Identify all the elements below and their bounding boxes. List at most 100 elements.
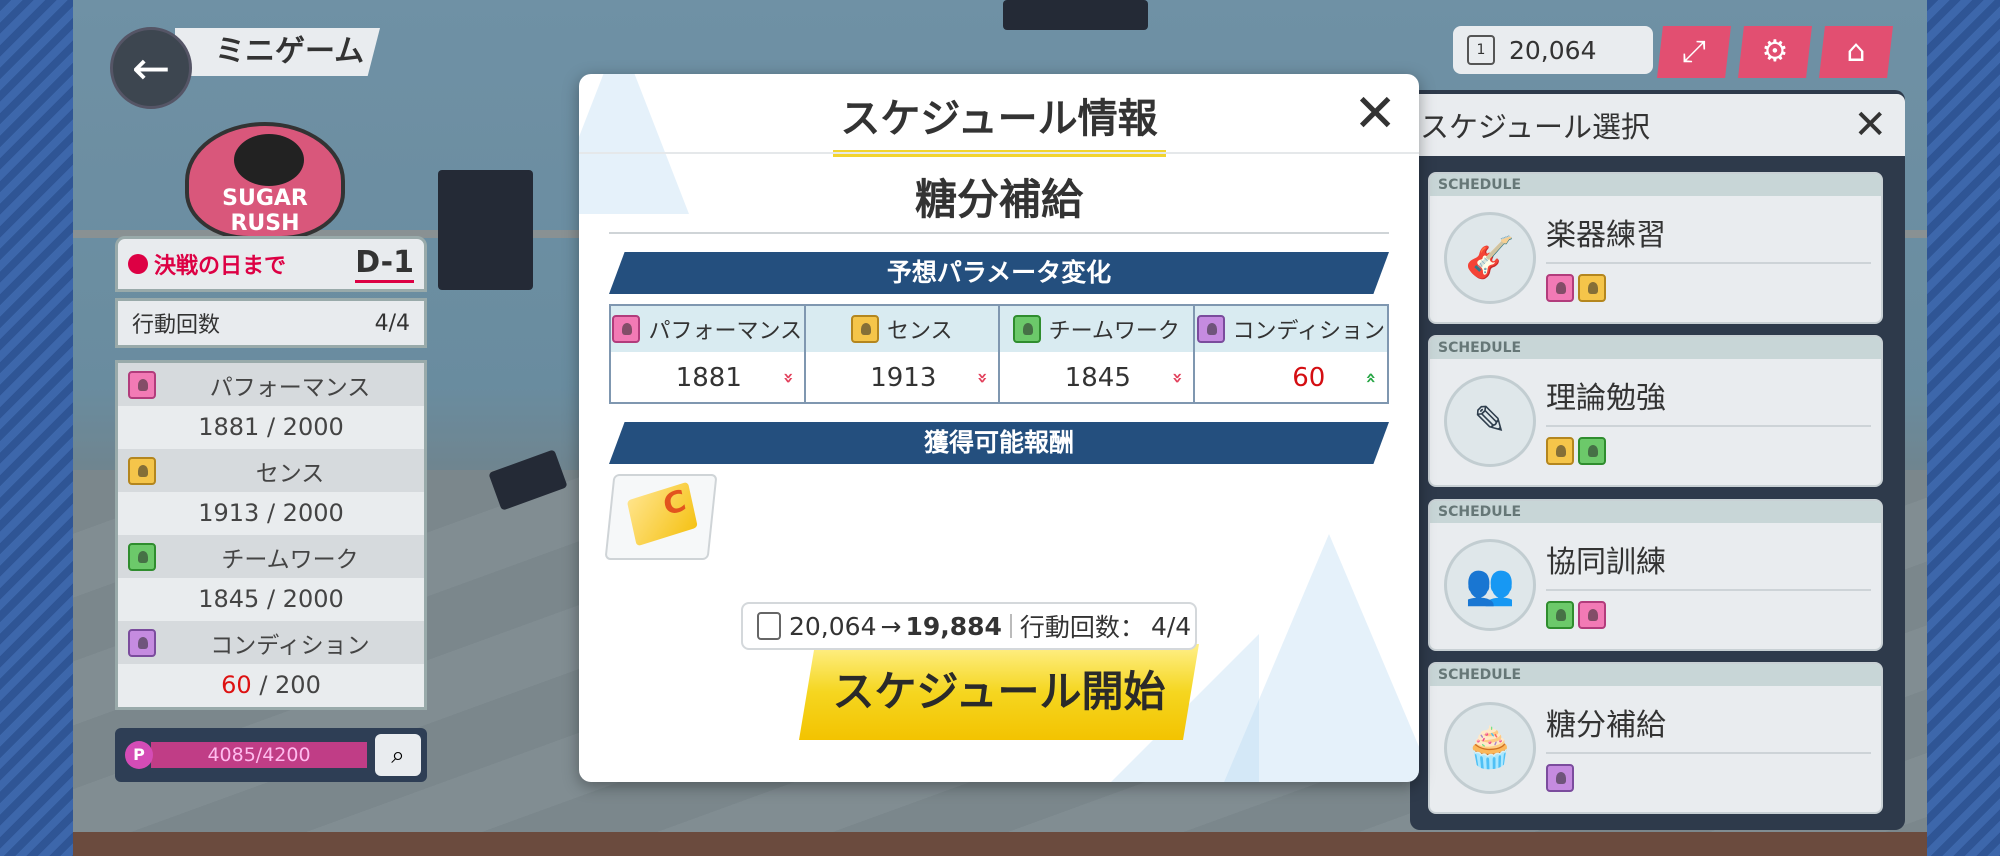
points-icon: P <box>125 741 153 769</box>
reward-banner: 獲得可能報酬 <box>609 422 1389 464</box>
close-icon: ✕ <box>1353 84 1397 144</box>
home-icon: ⌂ <box>1846 34 1866 69</box>
clock-icon <box>128 254 148 274</box>
schedule-tag: SCHEDULE <box>1430 501 1881 523</box>
modal-schedule-name: 糖分補給 <box>914 175 1083 224</box>
calendar-icon <box>757 612 781 640</box>
status-panel: 決戦の日まで D-1 行動回数 4/4 パフォーマンス 1881 / 2000 … <box>115 236 427 710</box>
cost-from: 20,064 <box>789 611 877 641</box>
reward-item[interactable]: C <box>604 474 718 560</box>
card-item-icon: C <box>626 481 698 547</box>
teamwork-icon <box>1012 315 1041 343</box>
stat-value-sense: 1913 / 2000 <box>118 492 424 535</box>
param-change-table: パフォーマンス 1881» センス 1913» チームワーク 1845» コンデ… <box>609 304 1389 404</box>
back-arrow-icon: ← <box>131 41 171 95</box>
gear-icon: ⚙ <box>1761 34 1789 69</box>
sense-icon <box>850 315 879 343</box>
deadline-label: 決戦の日まで <box>154 254 287 279</box>
deadline-value: D-1 <box>355 245 414 283</box>
bottom-bar <box>73 832 1927 856</box>
cupcake-icon: 🧁 <box>1444 702 1536 794</box>
stat-value-teamwork: 1845 / 2000 <box>118 578 424 621</box>
points-track: 4085/4200 <box>151 742 367 768</box>
performance-icon <box>612 315 641 343</box>
schedule-tag: SCHEDULE <box>1430 664 1881 686</box>
double-down-arrow-icon: » <box>972 372 994 384</box>
param-change-banner: 予想パラメータ変化 <box>609 252 1389 294</box>
schedule-select-header: スケジュール選択 ✕ <box>1410 94 1905 156</box>
search-button[interactable]: ⌕ <box>375 734 421 776</box>
sense-icon <box>1578 274 1606 302</box>
book-pen-icon: ✎ <box>1444 375 1536 467</box>
schedule-start-button[interactable]: スケジュール開始 <box>799 644 1199 740</box>
schedule-tag: SCHEDULE <box>1430 337 1881 359</box>
schedule-name: 協同訓練 <box>1546 537 1871 591</box>
performance-icon <box>1578 601 1606 629</box>
schedule-card-theory[interactable]: SCHEDULE ✎ 理論勉強 <box>1428 335 1883 487</box>
back-button[interactable]: ← <box>110 27 192 109</box>
right-border <box>1927 0 2000 856</box>
page-title: ミニゲーム <box>175 28 380 76</box>
schedule-select-close-button[interactable]: ✕ <box>1853 102 1887 148</box>
teamwork-icon <box>1546 601 1574 629</box>
actions-row: 行動回数 4/4 <box>115 298 427 348</box>
param-teamwork: チームワーク 1845» <box>1000 306 1195 402</box>
cost-actions-label: 行動回数： <box>1019 613 1145 642</box>
stat-value-performance: 1881 / 2000 <box>118 406 424 449</box>
schedule-select-title: スケジュール選択 <box>1420 110 1650 144</box>
param-value: 1845 <box>1064 363 1131 393</box>
actions-value: 4/4 <box>374 310 410 336</box>
cost-bubble: 20,064 → 19,884 行動回数： 4/4 <box>741 602 1197 650</box>
points-bar: 4085/4200 P ⌕ <box>115 728 427 782</box>
points-value: 4085/4200 <box>207 744 311 766</box>
expand-button[interactable]: ⤢ <box>1657 26 1731 78</box>
sense-icon <box>1546 437 1574 465</box>
performance-icon <box>128 370 156 399</box>
stat-value-condition: 60 / 200 <box>118 664 424 707</box>
left-border <box>0 0 73 856</box>
param-value: 1881 <box>675 363 742 393</box>
schedule-info-modal: スケジュール情報 ✕ 糖分補給 予想パラメータ変化 パフォーマンス 1881» … <box>579 74 1419 782</box>
double-down-arrow-icon: » <box>777 372 799 384</box>
modal-title: スケジュール情報 <box>579 86 1419 157</box>
double-up-arrow-icon: » <box>1360 372 1382 384</box>
magnifier-icon: ⌕ <box>391 741 405 769</box>
cost-actions-value: 4/4 <box>1150 611 1192 641</box>
calendar-icon: 1 <box>1467 35 1495 65</box>
people-icon: 👥 <box>1444 539 1536 631</box>
schedule-name: 楽器練習 <box>1546 210 1871 264</box>
param-condition: コンディション 60» <box>1194 306 1387 402</box>
schedule-card-sugar[interactable]: SCHEDULE 🧁 糖分補給 <box>1428 662 1883 814</box>
condition-icon <box>1546 764 1574 792</box>
stats-list: パフォーマンス 1881 / 2000 センス 1913 / 2000 チームワ… <box>115 360 427 710</box>
schedule-name: 糖分補給 <box>1546 700 1871 754</box>
deadline-row: 決戦の日まで D-1 <box>115 236 427 292</box>
teamwork-icon <box>128 542 156 571</box>
param-value: 60 <box>1292 363 1326 393</box>
home-button[interactable]: ⌂ <box>1819 26 1893 78</box>
schedule-card-instrument[interactable]: SCHEDULE 🎸 楽器練習 <box>1428 172 1883 324</box>
guitar-icon: 🎸 <box>1444 212 1536 304</box>
stat-label-condition: コンディション <box>118 621 424 664</box>
schedule-tag: SCHEDULE <box>1430 174 1881 196</box>
stat-label-performance: パフォーマンス <box>118 363 424 406</box>
stat-label-sense: センス <box>118 449 424 492</box>
performance-icon <box>1546 274 1574 302</box>
sense-icon <box>128 456 156 485</box>
param-sense: センス 1913» <box>805 306 1000 402</box>
modal-close-button[interactable]: ✕ <box>1353 84 1397 144</box>
stat-label-teamwork: チームワーク <box>118 535 424 578</box>
arrow-right-icon: → <box>880 611 902 641</box>
cat-logo-icon <box>234 134 304 186</box>
teamwork-icon <box>1578 437 1606 465</box>
actions-label: 行動回数 <box>132 313 221 338</box>
condition-icon <box>1196 315 1225 343</box>
settings-button[interactable]: ⚙ <box>1738 26 1812 78</box>
param-performance: パフォーマンス 1881» <box>611 306 806 402</box>
expand-icon: ⤢ <box>1682 34 1706 69</box>
condition-icon <box>128 628 156 657</box>
schedule-name: 理論勉強 <box>1546 373 1871 427</box>
currency-display: 1 20,064 <box>1453 26 1653 74</box>
double-down-arrow-icon: » <box>1166 372 1188 384</box>
schedule-card-cooperation[interactable]: SCHEDULE 👥 協同訓練 <box>1428 499 1883 651</box>
